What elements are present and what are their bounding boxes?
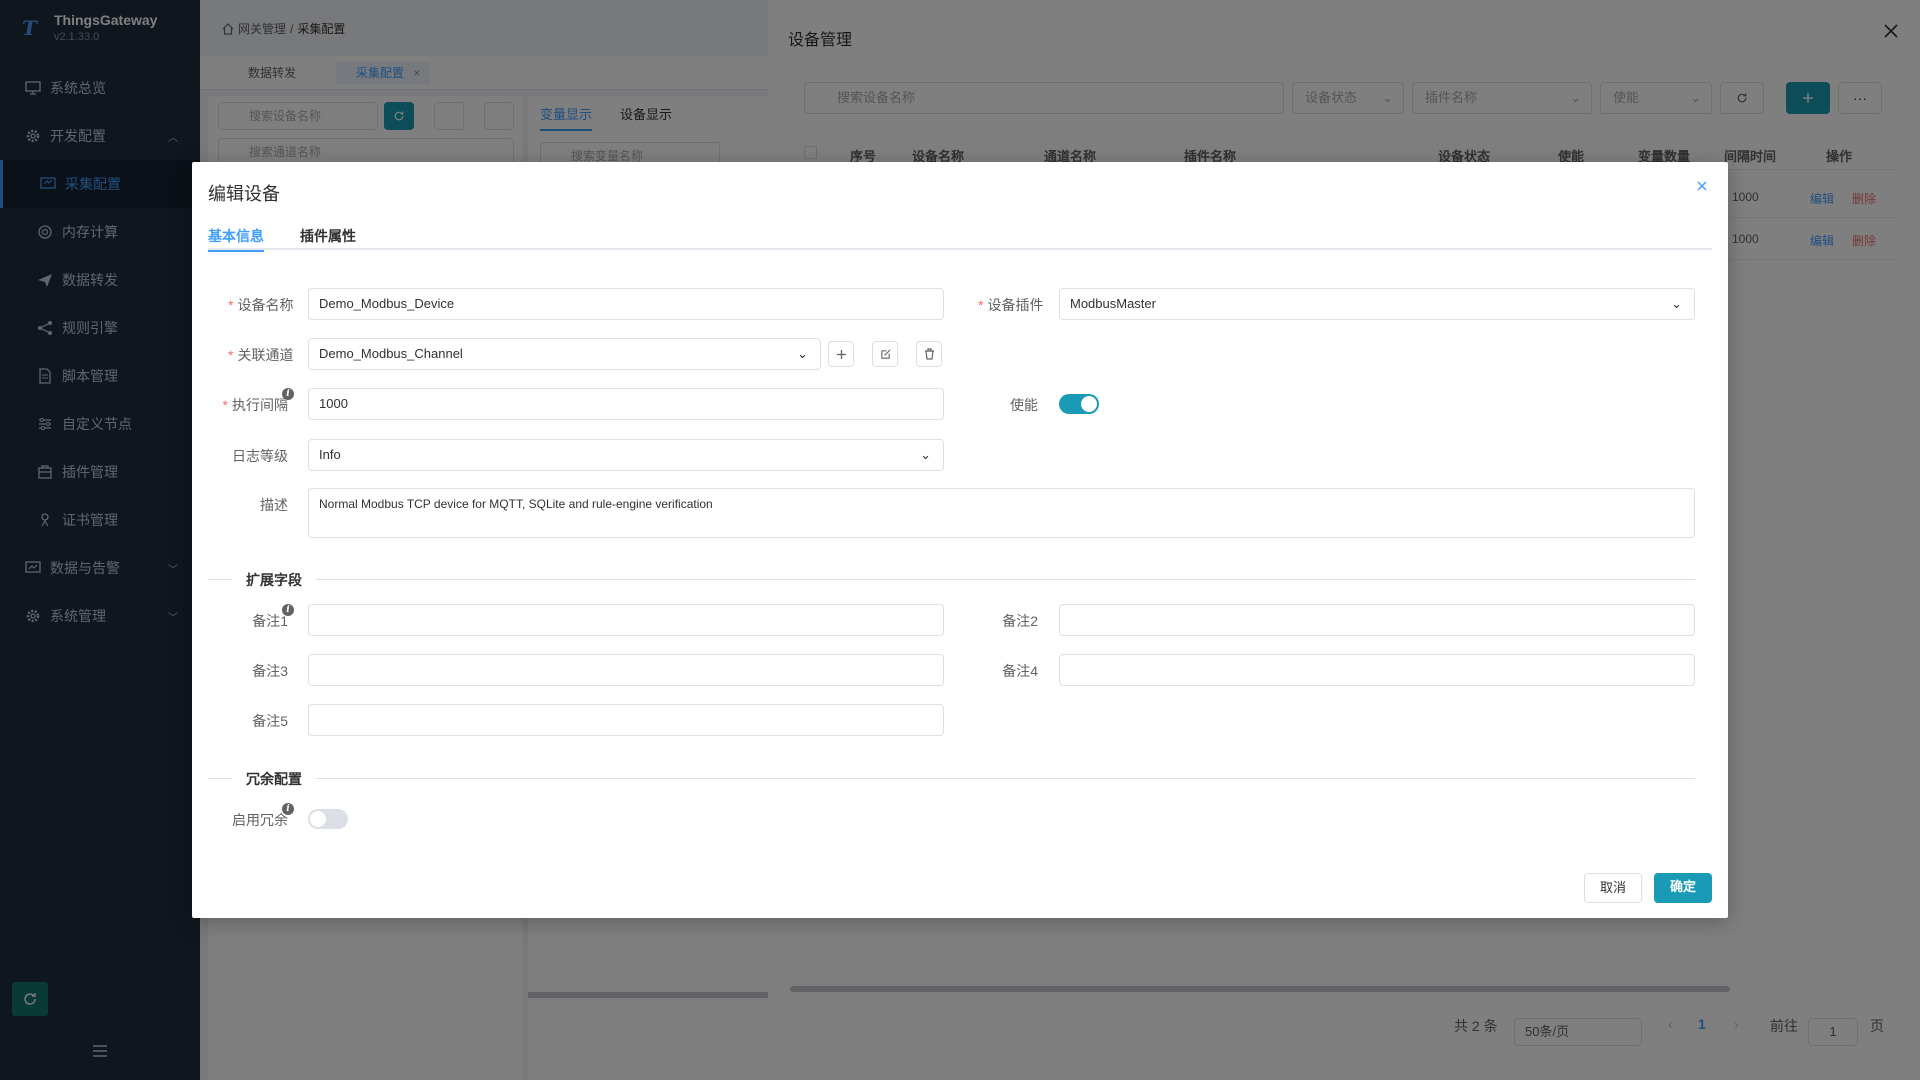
delete-channel-button[interactable] xyxy=(916,341,942,367)
cancel-button[interactable]: 取消 xyxy=(1584,873,1642,903)
device-plugin-select[interactable]: ModbusMaster ⌄ xyxy=(1059,288,1695,320)
dialog-tabs: 基本信息 插件属性 xyxy=(208,226,1712,252)
select-value: ModbusMaster xyxy=(1070,296,1156,311)
edit-device-dialog: 编辑设备 基本信息 插件属性 * 设备名称 Demo_Modbus_Device … xyxy=(192,162,1728,918)
device-name-label: * 设备名称 xyxy=(228,297,294,313)
select-value: Demo_Modbus_Channel xyxy=(319,346,463,361)
dialog-close-button[interactable] xyxy=(1692,176,1712,196)
ext-section-title: 扩展字段 xyxy=(232,570,316,590)
divider xyxy=(208,579,1695,580)
plus-icon xyxy=(836,349,846,359)
remark4-label: 备注4 xyxy=(1002,663,1038,679)
remark3-input[interactable] xyxy=(308,654,944,686)
remark4-input[interactable] xyxy=(1059,654,1695,686)
trash-icon xyxy=(924,348,934,360)
remark1-input[interactable] xyxy=(308,604,944,636)
log-level-label: 日志等级 xyxy=(232,448,288,464)
remark3-label: 备注3 xyxy=(252,663,288,679)
channel-select[interactable]: Demo_Modbus_Channel ⌄ xyxy=(308,338,821,370)
select-value: Info xyxy=(319,447,341,462)
device-plugin-label: * 设备插件 xyxy=(978,297,1044,313)
remark5-input[interactable] xyxy=(308,704,944,736)
info-icon[interactable]: i xyxy=(282,388,294,400)
tab-basic-info[interactable]: 基本信息 xyxy=(208,226,264,252)
channel-label: * 关联通道 xyxy=(228,347,294,363)
chevron-down-icon: ⌄ xyxy=(797,346,808,361)
info-icon[interactable]: i xyxy=(282,803,294,815)
redundancy-enable-label: 启用冗余 xyxy=(232,812,288,828)
chevron-down-icon: ⌄ xyxy=(1671,296,1682,311)
description-label: 描述 xyxy=(260,497,288,513)
description-textarea[interactable]: Normal Modbus TCP device for MQTT, SQLit… xyxy=(308,488,1695,538)
remark2-label: 备注2 xyxy=(1002,613,1038,629)
interval-input[interactable]: 1000 xyxy=(308,388,944,420)
edit-channel-button[interactable] xyxy=(872,341,898,367)
remark5-label: 备注5 xyxy=(252,713,288,729)
log-level-select[interactable]: Info ⌄ xyxy=(308,439,944,471)
remark2-input[interactable] xyxy=(1059,604,1695,636)
divider xyxy=(208,778,1695,779)
confirm-button[interactable]: 确定 xyxy=(1654,873,1712,903)
remark1-label: 备注1 xyxy=(252,613,288,629)
info-icon[interactable]: i xyxy=(282,604,294,616)
redundancy-switch[interactable] xyxy=(308,809,348,829)
device-name-input[interactable]: Demo_Modbus_Device xyxy=(308,288,944,320)
enable-switch[interactable] xyxy=(1059,394,1099,414)
tab-plugin-props[interactable]: 插件属性 xyxy=(300,226,356,250)
close-icon xyxy=(1697,181,1707,191)
switch-knob xyxy=(1081,396,1097,412)
add-channel-button[interactable] xyxy=(828,341,854,367)
redundancy-section-title: 冗余配置 xyxy=(232,769,316,789)
interval-label: * 执行间隔 xyxy=(222,397,288,413)
edit-icon xyxy=(880,349,890,359)
dialog-title: 编辑设备 xyxy=(208,184,280,204)
enable-label: 使能 xyxy=(1010,397,1038,413)
chevron-down-icon: ⌄ xyxy=(920,447,931,462)
switch-knob xyxy=(310,811,326,827)
